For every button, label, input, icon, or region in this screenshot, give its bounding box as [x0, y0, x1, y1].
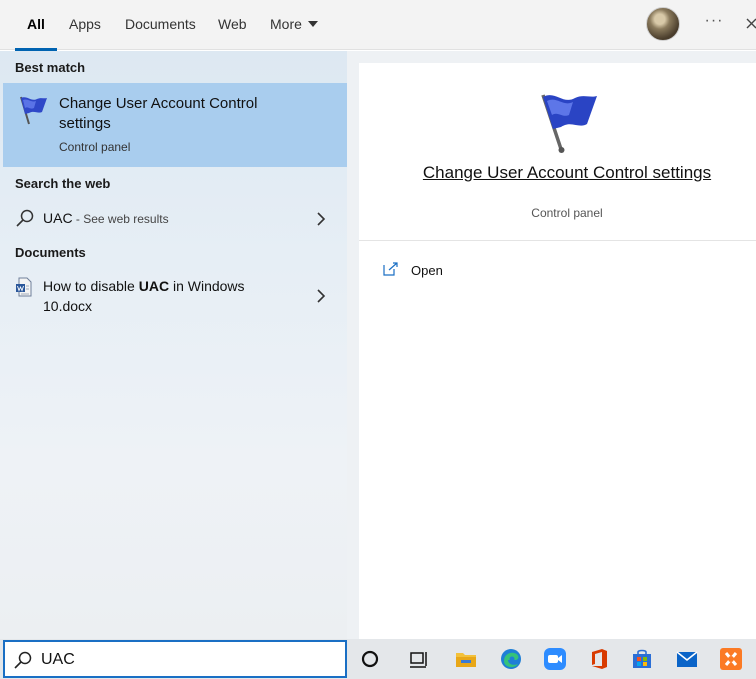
web-result-query: UAC — [43, 210, 73, 226]
document-result-before: How to disable — [43, 278, 139, 294]
detail-card: Change User Account Control settings Con… — [359, 63, 756, 639]
caret-down-icon — [307, 21, 318, 28]
best-match-item[interactable]: Change User Account Control settings Con… — [3, 83, 347, 167]
web-result-suffix: - See web results — [72, 212, 169, 226]
web-result-text: UAC - See web results — [43, 208, 169, 229]
zoom-icon[interactable] — [543, 647, 567, 671]
open-icon — [383, 262, 398, 276]
tab-more-label: More — [270, 16, 302, 32]
search-icon — [14, 651, 32, 669]
docx-file-icon — [16, 277, 32, 297]
tab-all[interactable]: All — [15, 0, 57, 51]
more-options-button[interactable]: ··· — [702, 11, 726, 35]
search-icon — [16, 209, 34, 227]
document-result-text: How to disable UAC in Windows 10.docx — [43, 276, 283, 316]
search-input[interactable] — [41, 648, 331, 672]
mail-icon[interactable] — [675, 647, 699, 671]
best-match-subtitle: Control panel — [59, 140, 131, 154]
task-view-icon[interactable] — [407, 647, 431, 671]
detail-subtitle: Control panel — [531, 206, 603, 220]
results-pane: Best match Change User Account Control s… — [0, 51, 347, 639]
taskbar — [0, 639, 756, 679]
avatar[interactable] — [646, 7, 680, 41]
office-icon[interactable] — [587, 647, 611, 671]
tab-apps[interactable]: Apps — [69, 0, 101, 50]
close-icon[interactable] — [744, 14, 756, 36]
search-web-heading: Search the web — [15, 176, 111, 191]
chevron-right-icon[interactable] — [315, 289, 327, 303]
chevron-right-icon[interactable] — [315, 212, 327, 226]
cortana-icon[interactable] — [358, 647, 382, 671]
tab-web[interactable]: Web — [218, 0, 247, 50]
best-match-title: Change User Account Control settings — [59, 95, 258, 132]
document-result-highlight: UAC — [138, 278, 170, 294]
best-match-heading: Best match — [15, 60, 86, 75]
xampp-icon[interactable] — [719, 647, 743, 671]
file-explorer-icon[interactable] — [454, 647, 478, 671]
tab-documents[interactable]: Documents — [125, 0, 196, 50]
edge-icon[interactable] — [499, 647, 523, 671]
detail-header: Change User Account Control settings Con… — [359, 63, 756, 241]
detail-title-link[interactable]: Change User Account Control settings — [359, 163, 756, 183]
uac-flag-icon — [20, 96, 47, 125]
open-action-label: Open — [411, 263, 443, 278]
tab-more[interactable]: More — [270, 0, 318, 50]
search-box[interactable] — [3, 640, 347, 678]
document-result-item[interactable]: How to disable UAC in Windows 10.docx — [0, 273, 347, 319]
detail-pane: Change User Account Control settings Con… — [347, 51, 756, 639]
documents-heading: Documents — [15, 245, 86, 260]
store-icon[interactable] — [630, 647, 654, 671]
filter-bar: All Apps Documents Web More ··· — [0, 0, 756, 51]
uac-flag-icon — [541, 94, 597, 153]
web-result-item[interactable]: UAC - See web results — [0, 203, 347, 233]
